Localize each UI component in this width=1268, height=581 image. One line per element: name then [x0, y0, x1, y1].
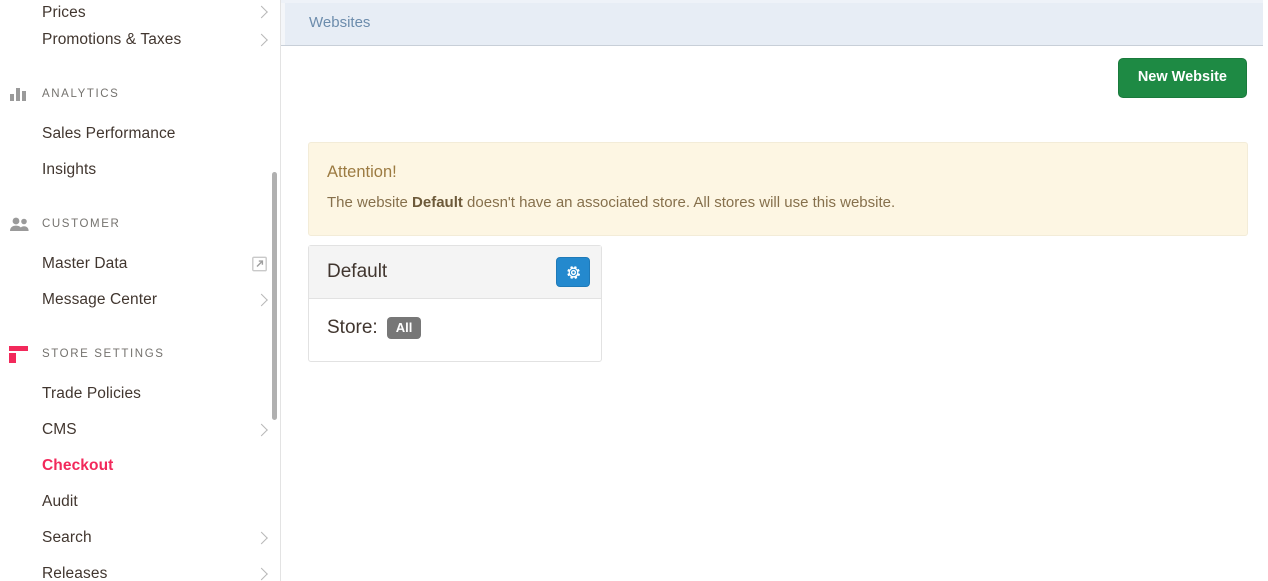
sidebar-section-label: STORE SETTINGS	[42, 348, 165, 360]
users-icon	[9, 214, 31, 234]
sidebar-item-label: Checkout	[42, 457, 114, 474]
sidebar: Prices Promotions & Taxes ANALYTICS Sale…	[0, 0, 281, 581]
chevron-right-icon	[255, 423, 268, 437]
sidebar-item-sales-performance[interactable]: Sales Performance	[0, 116, 280, 152]
sidebar-item-label: CMS	[42, 421, 77, 438]
sidebar-item-label: Insights	[42, 161, 97, 178]
website-card-title: Default	[327, 261, 388, 282]
website-card-body: Store: All	[309, 299, 601, 361]
sidebar-scrollbar-thumb[interactable]	[272, 172, 277, 420]
sidebar-section-analytics: ANALYTICS	[0, 72, 280, 116]
sidebar-item-releases[interactable]: Releases	[0, 556, 280, 581]
sidebar-item-promotions-taxes[interactable]: Promotions & Taxes	[0, 22, 280, 58]
sidebar-item-prices[interactable]: Prices	[0, 0, 280, 22]
chevron-right-icon	[255, 5, 268, 19]
sidebar-item-label: Audit	[42, 493, 78, 510]
attention-banner: Attention! The website Default doesn't h…	[308, 142, 1248, 236]
app-root: Prices Promotions & Taxes ANALYTICS Sale…	[0, 0, 1268, 581]
tab-label: Websites	[309, 14, 371, 31]
chevron-right-icon	[255, 293, 268, 307]
sidebar-item-label: Sales Performance	[42, 125, 176, 142]
gear-icon	[566, 265, 581, 280]
tab-bar: Websites	[281, 0, 1263, 46]
website-card-header: Default	[309, 246, 601, 299]
sidebar-section-store-settings: STORE SETTINGS	[0, 332, 280, 376]
sidebar-item-search[interactable]: Search	[0, 520, 280, 556]
attention-website-name: Default	[412, 194, 463, 211]
tab-websites[interactable]: Websites	[295, 0, 384, 45]
attention-message: The website Default doesn't have an asso…	[327, 193, 1229, 213]
chevron-right-icon	[255, 531, 268, 545]
sidebar-item-label: Prices	[42, 4, 86, 21]
toolbar: New Website	[281, 46, 1268, 119]
sidebar-item-label: Master Data	[42, 255, 128, 272]
sidebar-item-trade-policies[interactable]: Trade Policies	[0, 376, 280, 412]
attention-title: Attention!	[327, 163, 397, 181]
tab-bar-edge	[281, 3, 285, 45]
layout-grid-icon	[9, 344, 31, 364]
sidebar-item-label: Releases	[42, 565, 108, 581]
sidebar-scrollbar[interactable]	[271, 0, 279, 581]
sidebar-section-customer: CUSTOMER	[0, 202, 280, 246]
sidebar-item-label: Promotions & Taxes	[42, 31, 182, 48]
chevron-right-icon	[255, 567, 268, 581]
sidebar-item-cms[interactable]: CMS	[0, 412, 280, 448]
sidebar-item-insights[interactable]: Insights	[0, 152, 280, 188]
chevron-right-icon	[255, 33, 268, 47]
sidebar-item-label: Message Center	[42, 291, 158, 308]
main-content: Websites New Website Attention! The webs…	[281, 0, 1268, 581]
website-card: Default Store: All	[308, 245, 602, 362]
attention-text-before: The website	[327, 194, 413, 211]
sidebar-item-master-data[interactable]: Master Data	[0, 246, 280, 282]
sidebar-section-label: CUSTOMER	[42, 218, 121, 230]
sidebar-item-message-center[interactable]: Message Center	[0, 282, 280, 318]
sidebar-item-checkout[interactable]: Checkout	[0, 448, 280, 484]
store-badge: All	[386, 317, 422, 339]
sidebar-item-label: Trade Policies	[42, 385, 142, 402]
bar-chart-icon	[9, 84, 31, 104]
new-website-button[interactable]: New Website	[1117, 58, 1247, 98]
sidebar-item-label: Search	[42, 529, 92, 546]
attention-text-after: doesn't have an associated store. All st…	[462, 194, 896, 211]
sidebar-item-audit[interactable]: Audit	[0, 484, 280, 520]
external-link-icon[interactable]	[252, 256, 267, 272]
website-settings-gear-button[interactable]	[556, 257, 590, 287]
store-label: Store:	[327, 317, 378, 338]
sidebar-section-label: ANALYTICS	[42, 88, 120, 100]
